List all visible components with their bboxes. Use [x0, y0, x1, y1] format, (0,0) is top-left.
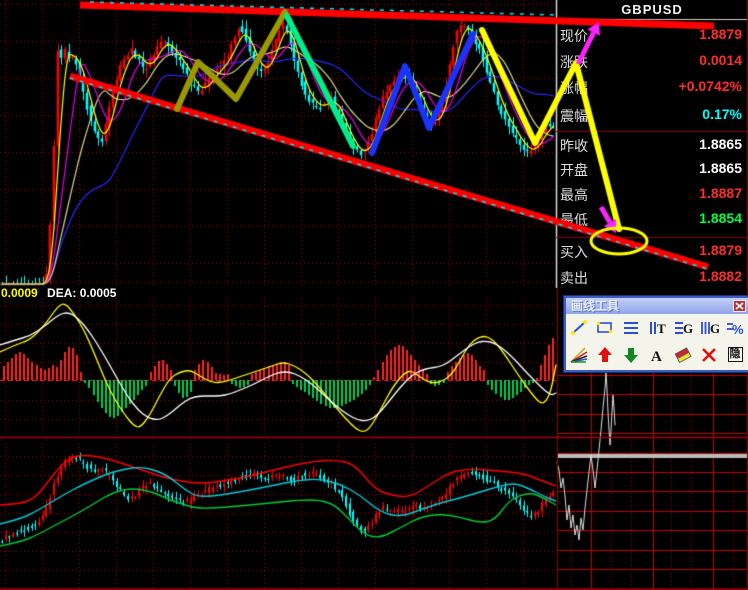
up-arrow-tool-icon[interactable]: [592, 341, 618, 368]
quote-label: 买入: [560, 244, 588, 260]
svg-text:T: T: [657, 321, 666, 336]
svg-text:A: A: [651, 349, 662, 364]
quote-value: +0.0742%: [678, 78, 742, 94]
quote-row-open: 开盘 1.8865: [560, 160, 744, 178]
quote-row-amplitude: 震幅 0.17%: [560, 106, 744, 124]
macd-indicator-label: 0.0009 DEA: 0.0005: [1, 286, 116, 300]
gann-lines-tool-icon[interactable]: G: [670, 314, 696, 341]
quote-label: 涨跌: [560, 54, 588, 70]
percent-lines-tool-icon[interactable]: %: [722, 314, 748, 341]
quote-value: 1.8854: [699, 210, 742, 226]
quote-value: 0.17%: [702, 106, 742, 122]
quote-label: 卖出: [560, 270, 588, 286]
quote-value: 1.8879: [699, 242, 742, 258]
toolbar-title: 画线工具: [571, 299, 620, 313]
fan-lines-tool-icon[interactable]: [566, 341, 592, 368]
eraser-tool-icon[interactable]: [670, 341, 696, 368]
text-tool-icon[interactable]: A: [644, 341, 670, 368]
quote-value: 1.8887: [699, 185, 742, 201]
quote-value: 1.8865: [699, 136, 742, 152]
quote-label: 昨收: [560, 138, 588, 154]
quote-label: 现价: [560, 28, 588, 44]
dea-value: DEA: 0.0005: [47, 286, 117, 300]
trading-terminal: GBPUSD 现价 1.8879 涨跌 0.0014 涨幅 +0.0742% 震幅 0.17%…: [0, 0, 748, 590]
vertical-lines-text-tool-icon[interactable]: T: [644, 314, 670, 341]
quote-value: 0.0014: [699, 52, 742, 68]
quote-row-change: 涨跌 0.0014: [560, 52, 744, 70]
quote-row-change-pct: 涨幅 +0.0742%: [560, 78, 744, 96]
delete-tool-icon[interactable]: [696, 341, 722, 368]
down-arrow-tool-icon[interactable]: [618, 341, 644, 368]
quote-label: 涨幅: [560, 80, 588, 96]
close-icon[interactable]: [733, 300, 746, 312]
quote-row-bid: 买入 1.8879: [560, 242, 744, 260]
rectangle-tool-icon[interactable]: [592, 314, 618, 341]
quote-row-price: 现价 1.8879: [560, 26, 744, 44]
toolbar-title-bar[interactable]: 画线工具: [566, 298, 748, 314]
quote-row-high: 最高 1.8887: [560, 185, 744, 203]
svg-text:%: %: [732, 322, 744, 337]
quote-label: 开盘: [560, 162, 588, 178]
quote-panel: GBPUSD 现价 1.8879 涨跌 0.0014 涨幅 +0.0742% 震幅 0.17%…: [556, 0, 748, 290]
quote-label: 最高: [560, 187, 588, 203]
drawing-toolbar: 画线工具 T G G% A 隐: [564, 296, 748, 372]
symbol-title: GBPUSD: [621, 2, 683, 17]
quote-value: 1.8879: [699, 26, 742, 42]
close-x-glyph: [735, 302, 744, 310]
svg-text:G: G: [710, 321, 719, 336]
quote-row-low: 最低 1.8854: [560, 210, 744, 228]
trendline-tool-icon[interactable]: [566, 314, 592, 341]
svg-text:G: G: [683, 321, 693, 336]
dif-value: 0.0009: [1, 286, 38, 300]
gann-grid-tool-icon[interactable]: G: [696, 314, 722, 341]
toolbar-tools: T G G% A 隐: [566, 314, 748, 368]
quote-row-prev-close: 昨收 1.8865: [560, 136, 744, 154]
parallel-lines-tool-icon[interactable]: [618, 314, 644, 341]
quote-label: 震幅: [560, 108, 588, 124]
quote-row-ask: 卖出 1.8882: [560, 268, 744, 286]
hide-tool-icon[interactable]: 隐: [722, 341, 748, 368]
quote-value: 1.8865: [699, 160, 742, 176]
quote-label: 最低: [560, 212, 588, 228]
quote-value: 1.8882: [699, 268, 742, 284]
